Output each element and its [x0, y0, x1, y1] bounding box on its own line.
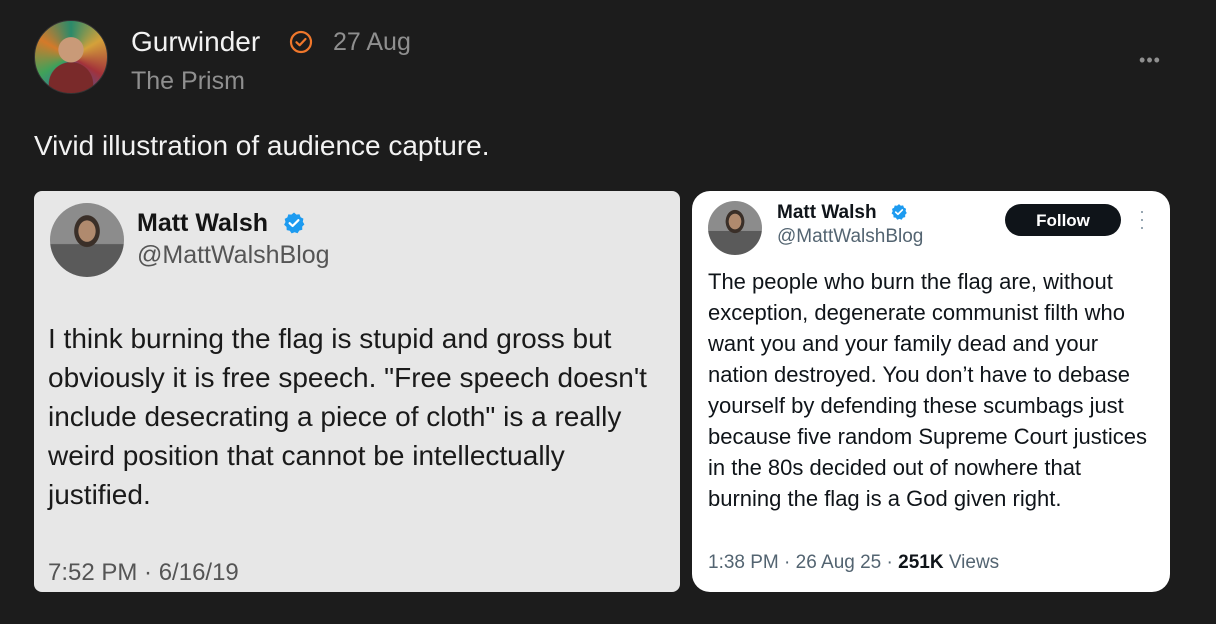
- tweet-date: 26 Aug 25: [795, 552, 882, 573]
- tweet-avatar: [50, 203, 124, 277]
- meta-separator: ·: [886, 552, 899, 573]
- author-avatar[interactable]: [34, 20, 108, 94]
- tweet-image-left[interactable]: Matt Walsh @MattWalshBlog I think burnin…: [34, 191, 680, 592]
- views-label: Views: [948, 552, 1000, 573]
- more-options-icon[interactable]: •••: [1134, 48, 1166, 72]
- tweet-text: I think burning the flag is stupid and g…: [48, 323, 647, 510]
- follow-button[interactable]: Follow: [1005, 204, 1121, 236]
- verified-badge-icon: [289, 30, 313, 54]
- tweet-more-icon[interactable]: · · ·: [1138, 202, 1146, 236]
- tweet-handle: @MattWalshBlog: [777, 226, 924, 247]
- views-count: 251K: [898, 552, 944, 573]
- blue-verified-icon: [284, 212, 305, 234]
- tweet-meta: 1:38 PM · 26 Aug 25 · 251K Views: [708, 552, 999, 574]
- tweet-time: 1:38 PM: [708, 552, 779, 573]
- publication-name[interactable]: The Prism: [131, 67, 245, 96]
- tweet-author-name: Matt Walsh: [777, 202, 877, 223]
- author-name[interactable]: Gurwinder: [131, 26, 260, 58]
- tweet-timestamp: 7:52 PM · 6/16/19: [48, 559, 239, 586]
- tweet-image-right[interactable]: Matt Walsh @MattWalshBlog Follow · · · The…: [692, 191, 1170, 592]
- post-text: Vivid illustration of audience capture.: [34, 130, 490, 161]
- blue-verified-icon: [891, 204, 907, 220]
- tweet-text: The people who burn the flag are, withou…: [708, 269, 1147, 511]
- tweet-handle: @MattWalshBlog: [137, 241, 330, 269]
- post-date: 27 Aug: [333, 28, 411, 56]
- tweet-avatar: [708, 201, 762, 255]
- meta-separator: ·: [784, 552, 796, 573]
- tweet-author-name: Matt Walsh: [137, 209, 269, 237]
